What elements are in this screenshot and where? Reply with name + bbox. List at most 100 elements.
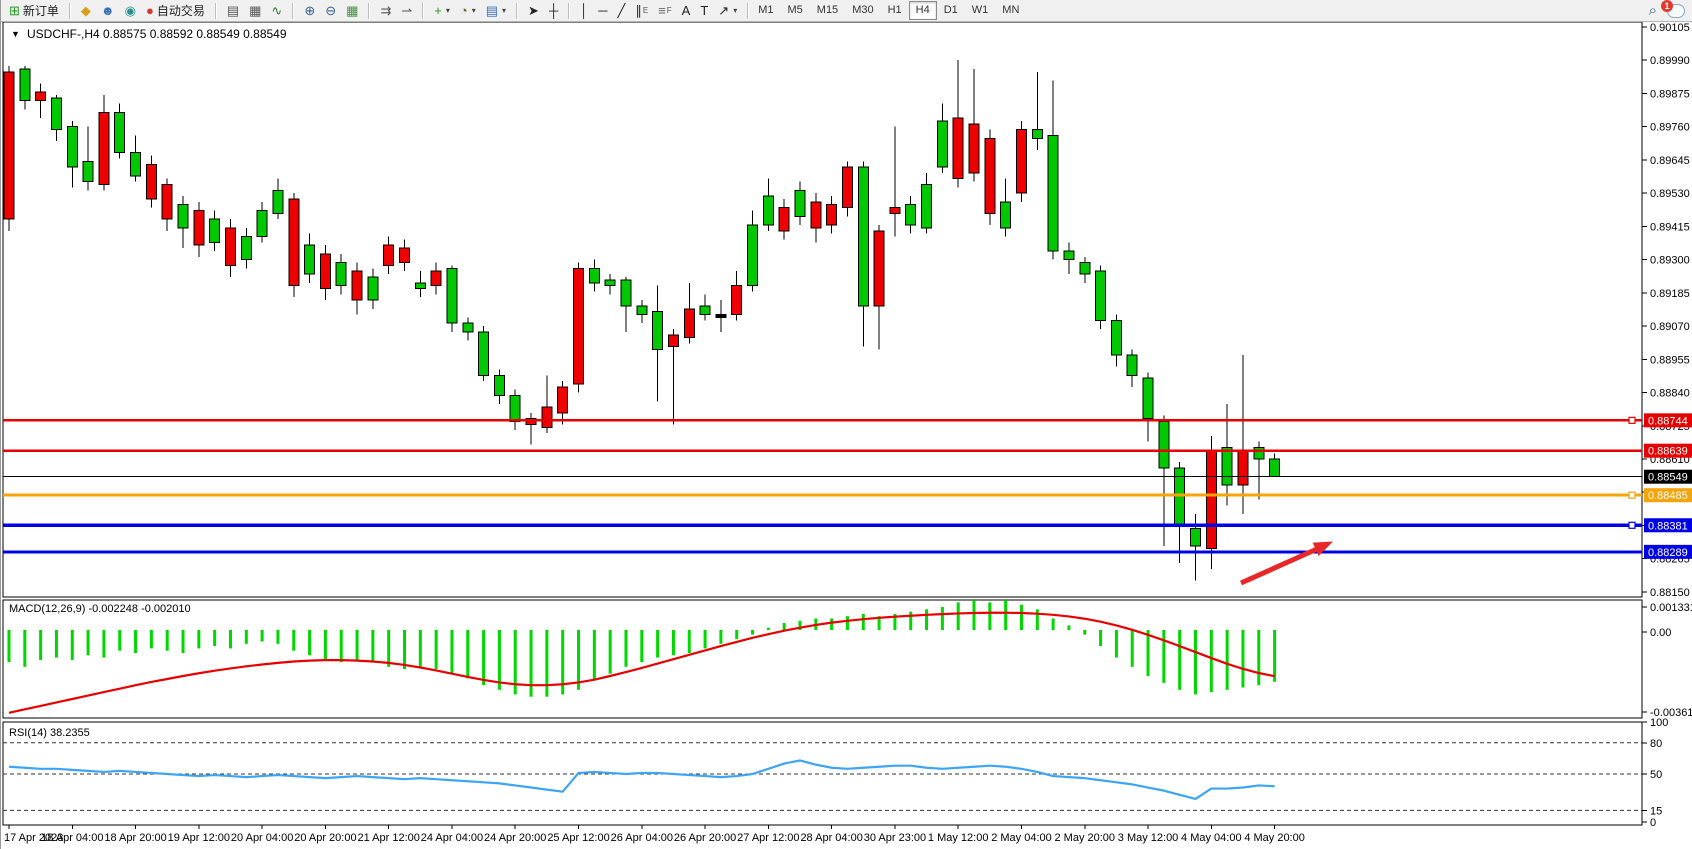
- price-axis-tick: 0.88840: [1650, 388, 1690, 400]
- chat-icon[interactable]: 1: [1667, 4, 1685, 18]
- macd-histogram-bar: [1147, 630, 1150, 676]
- timeframe-button-d1[interactable]: D1: [937, 1, 965, 20]
- macd-histogram-bar: [957, 602, 960, 630]
- tile-windows-icon[interactable]: ▦: [341, 0, 363, 21]
- fibonacci-icon[interactable]: ≡F: [653, 0, 676, 21]
- line-drag-handle[interactable]: [1629, 522, 1635, 528]
- candle-body: [1080, 263, 1090, 275]
- candle-body: [1238, 450, 1248, 485]
- timeframe-button-m15[interactable]: M15: [810, 1, 845, 20]
- timeframe-button-m30[interactable]: M30: [845, 1, 880, 20]
- arrows-icon: ↗: [718, 4, 729, 17]
- macd-histogram-bar: [102, 630, 105, 658]
- candle-body: [241, 237, 251, 260]
- candle-body: [937, 121, 947, 167]
- auto-scroll-icon: ⇉: [380, 4, 391, 17]
- candlestick-chart-icon[interactable]: ▦: [244, 0, 266, 21]
- macd-histogram-bar: [371, 630, 374, 662]
- price-line-label-text: 0.88485: [1648, 490, 1688, 502]
- timeframe-button-m1[interactable]: M1: [751, 1, 780, 20]
- candle-body: [668, 335, 678, 347]
- timeframe-button-w1[interactable]: W1: [965, 1, 996, 20]
- chart-area[interactable]: 0.901050.899900.898750.897600.896450.895…: [1, 0, 1692, 849]
- toolbar-right-section: ⌕ 1: [1649, 4, 1692, 18]
- candle-body: [336, 263, 346, 286]
- cursor-icon: ➤: [528, 4, 539, 17]
- candle-body: [542, 407, 552, 427]
- text-icon[interactable]: A: [677, 0, 696, 21]
- line-drag-handle[interactable]: [1629, 417, 1635, 423]
- toolbar-separator: [747, 3, 749, 19]
- chart-shift-icon[interactable]: ⇀: [396, 0, 417, 21]
- macd-histogram-bar: [87, 630, 90, 655]
- price-axis-tick: 0.88955: [1650, 354, 1690, 366]
- add-indicator-icon[interactable]: +▾: [429, 0, 455, 21]
- chart-title-ohlc: USDCHF-,H4 0.88575 0.88592 0.88549 0.885…: [27, 27, 287, 41]
- candle-body: [700, 306, 710, 315]
- cursor-icon[interactable]: ➤: [523, 0, 544, 21]
- macd-histogram-bar: [39, 630, 42, 660]
- price-line-label-text: 0.88549: [1648, 472, 1688, 484]
- toolbar-separator: [568, 3, 570, 19]
- data-window-icon[interactable]: ◆: [76, 0, 96, 21]
- timeframe-button-h4[interactable]: H4: [909, 1, 937, 20]
- horizontal-line-icon[interactable]: ─: [593, 0, 612, 21]
- price-axis-tick: 0.89875: [1650, 88, 1690, 100]
- macd-histogram-bar: [656, 630, 659, 658]
- zoom-in-icon[interactable]: ⊕: [299, 0, 320, 21]
- time-axis-label: 2 May 20:00: [1054, 832, 1115, 844]
- candle-body: [985, 138, 995, 213]
- macd-histogram-bar: [308, 630, 311, 655]
- collapse-triangle-icon[interactable]: ▼: [11, 29, 20, 39]
- candlestick-chart-icon: ▦: [249, 4, 261, 17]
- macd-histogram-bar: [1162, 630, 1165, 683]
- timeframe-switcher: M1M5M15M30H1H4D1W1MN: [751, 1, 1026, 20]
- macd-histogram-bar: [577, 630, 580, 690]
- macd-pane: [3, 600, 1642, 718]
- price-axis-tick: 0.89530: [1650, 188, 1690, 200]
- bar-chart-icon[interactable]: ▤: [222, 0, 244, 21]
- autotrading-button[interactable]: ●自动交易: [141, 0, 210, 21]
- arrows-icon[interactable]: ↗▾: [713, 0, 742, 21]
- macd-histogram-bar: [71, 630, 74, 660]
- rsi-indicator-label: RSI(14) 38.2355: [9, 727, 90, 739]
- line-chart-icon: ∿: [271, 4, 282, 17]
- line-drag-handle[interactable]: [1629, 492, 1635, 498]
- time-axis-label: 3 May 12:00: [1118, 832, 1179, 844]
- signals-icon[interactable]: ◉: [120, 0, 141, 21]
- price-axis-tick: 0.89990: [1650, 55, 1690, 67]
- channel-icon[interactable]: ∥E: [630, 0, 653, 21]
- candle-body: [1048, 135, 1058, 251]
- macd-histogram-bar: [783, 623, 786, 630]
- vertical-line-icon[interactable]: │: [575, 0, 593, 21]
- crosshair-icon: ┼: [549, 4, 558, 17]
- new-order-button[interactable]: ⊞新订单: [4, 0, 64, 21]
- timeframe-button-m5[interactable]: M5: [781, 1, 810, 20]
- trendline-icon[interactable]: ╱: [613, 0, 631, 21]
- profile-icon[interactable]: ☻: [96, 0, 120, 21]
- text-label-icon[interactable]: T: [695, 0, 713, 21]
- chevron-down-icon: ▾: [446, 6, 450, 15]
- price-axis-tick: 0.90105: [1650, 22, 1690, 34]
- crosshair-icon[interactable]: ┼: [544, 0, 563, 21]
- line-chart-icon[interactable]: ∿: [266, 0, 287, 21]
- macd-histogram-bar: [1131, 630, 1134, 667]
- macd-histogram-bar: [245, 630, 248, 644]
- timeframe-button-mn[interactable]: MN: [995, 1, 1026, 20]
- macd-histogram-bar: [276, 630, 279, 644]
- macd-histogram-bar: [1020, 605, 1023, 630]
- timeframe-button-h1[interactable]: H1: [881, 1, 909, 20]
- macd-histogram-bar: [324, 630, 327, 660]
- rsi-axis-tick: 0: [1650, 817, 1656, 829]
- auto-scroll-icon[interactable]: ⇉: [375, 0, 396, 21]
- zoom-out-icon[interactable]: ⊖: [320, 0, 341, 21]
- period-clock-icon[interactable]: ◔▾: [455, 0, 481, 21]
- macd-histogram-bar: [735, 630, 738, 639]
- price-line-label-text: 0.88381: [1648, 520, 1688, 532]
- candle-body: [558, 387, 568, 413]
- toolbar-separator: [516, 3, 518, 19]
- template-icon[interactable]: ▤▾: [481, 0, 511, 21]
- fibonacci-icon-sub: F: [667, 6, 672, 15]
- price-axis-tick: 0.89070: [1650, 321, 1690, 333]
- search-icon[interactable]: ⌕: [1649, 4, 1657, 17]
